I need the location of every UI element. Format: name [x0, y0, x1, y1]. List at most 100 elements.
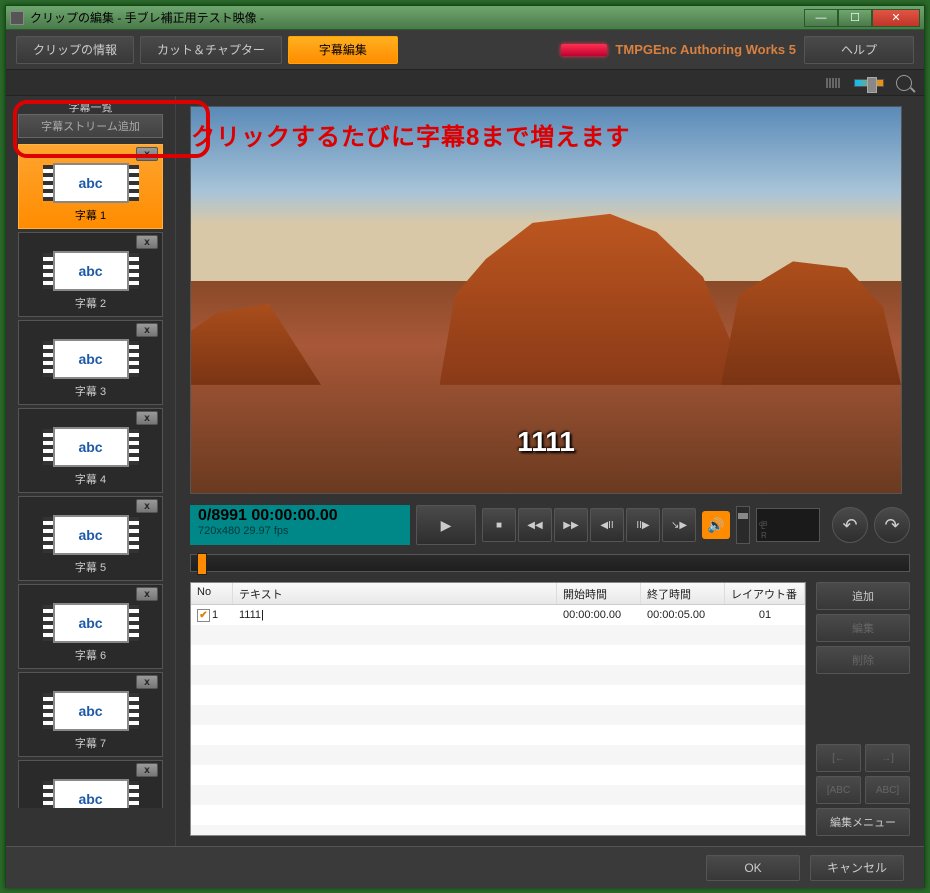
stream-thumbnail-icon: abc — [53, 251, 129, 291]
subtitle-stream-item[interactable]: xabc字幕 1 — [18, 144, 163, 229]
brand-area: TMPGEnc Authoring Works 5 ヘルプ — [561, 36, 914, 64]
brand-text: TMPGEnc Authoring Works 5 — [615, 42, 796, 57]
add-subtitle-button[interactable]: 追加 — [816, 582, 910, 610]
stream-thumbnail-icon: abc — [53, 779, 129, 808]
transport-controls: ■ ◀◀ ▶▶ ◀II II▶ ↘▶ — [482, 508, 696, 542]
edit-subtitle-button[interactable]: 編集 — [816, 614, 910, 642]
row-checkbox[interactable]: ✔ — [197, 609, 210, 622]
tab-subtitle-edit[interactable]: 字幕編集 — [288, 36, 398, 64]
col-start[interactable]: 開始時間 — [557, 583, 641, 604]
stream-label: 字幕 2 — [19, 293, 162, 316]
sidebar-header: 字幕一覧 — [18, 96, 163, 114]
col-layout[interactable]: レイアウト番号 — [725, 583, 805, 604]
volume-slider[interactable] — [736, 506, 750, 544]
annotation-text: クリックするたびに字幕8まで増えます — [191, 117, 630, 152]
tab-cut-chapter[interactable]: カット＆チャプター — [140, 36, 282, 64]
stream-thumbnail-icon: abc — [53, 603, 129, 643]
remove-stream-button[interactable]: x — [136, 411, 158, 425]
subtitle-stream-item[interactable]: xabc字幕 5 — [18, 496, 163, 581]
table-row[interactable]: ✔1111100:00:00.0000:00:05.0001 — [191, 605, 805, 625]
search-icon[interactable] — [896, 75, 912, 91]
edit-menu-button[interactable]: 編集メニュー — [816, 808, 910, 836]
timeline[interactable] — [190, 554, 910, 572]
cell-layout: 01 — [725, 609, 805, 621]
cell-start: 00:00:00.00 — [557, 609, 641, 621]
counter-format: 720x480 29.97 fps — [198, 525, 402, 537]
edit-panel: 追加 編集 削除 [← →] [ABC ABC] 編集メニュー — [816, 582, 910, 836]
zoom-slider[interactable] — [854, 79, 884, 87]
abc-out-button[interactable]: ABC] — [865, 776, 910, 804]
delete-subtitle-button[interactable]: 削除 — [816, 646, 910, 674]
stream-thumbnail-icon: abc — [53, 515, 129, 555]
abc-in-button[interactable]: [ABC — [816, 776, 861, 804]
transport-bar: 0/8991 00:00:00.00 720x480 29.97 fps ▶ ■… — [190, 504, 910, 546]
rewind-button[interactable]: ◀◀ — [518, 508, 552, 542]
cell-text[interactable]: 1111 — [233, 609, 557, 621]
stream-thumbnail-icon: abc — [53, 339, 129, 379]
add-subtitle-stream-button[interactable]: 字幕ストリーム追加 — [18, 114, 163, 138]
minimize-button[interactable]: — — [804, 9, 838, 27]
stream-label: 字幕 1 — [19, 205, 162, 228]
titlebar[interactable]: クリップの編集 - 手ブレ補正用テスト映像 - — ☐ ✕ — [6, 6, 924, 30]
mark-in-button[interactable]: [← — [816, 744, 861, 772]
mark-out-button[interactable]: →] — [865, 744, 910, 772]
remove-stream-button[interactable]: x — [136, 499, 158, 513]
step-back-button[interactable]: ◀II — [590, 508, 624, 542]
stream-label: 字幕 4 — [19, 469, 162, 492]
subtitle-stream-item[interactable]: xabc字幕 3 — [18, 320, 163, 405]
cancel-button[interactable]: キャンセル — [810, 855, 904, 881]
stream-thumbnail-icon: abc — [53, 691, 129, 731]
stop-button[interactable]: ■ — [482, 508, 516, 542]
app-window: クリップの編集 - 手ブレ補正用テスト映像 - — ☐ ✕ クリップの情報 カッ… — [5, 5, 925, 888]
timeline-playhead[interactable] — [197, 553, 207, 575]
play-button[interactable]: ▶ — [416, 505, 476, 545]
close-button[interactable]: ✕ — [872, 9, 920, 27]
remove-stream-button[interactable]: x — [136, 147, 158, 161]
remove-stream-button[interactable]: x — [136, 763, 158, 777]
table-body[interactable]: ✔1111100:00:00.0000:00:05.0001 — [191, 605, 805, 835]
remove-stream-button[interactable]: x — [136, 587, 158, 601]
ok-button[interactable]: OK — [706, 855, 800, 881]
speaker-icon[interactable]: 🔊 — [702, 511, 730, 539]
frame-counter: 0/8991 00:00:00.00 720x480 29.97 fps — [190, 505, 410, 545]
undo-button[interactable]: ↶ — [832, 507, 868, 543]
main-area: 字幕一覧 字幕ストリーム追加 xabc字幕 1xabc字幕 2xabc字幕 3x… — [6, 96, 924, 846]
cell-no: ✔1 — [191, 609, 233, 622]
dialog-footer: OK キャンセル — [6, 846, 924, 888]
brand-led-icon — [561, 44, 607, 56]
stream-thumbnail-icon: abc — [53, 163, 129, 203]
subtitle-sidebar: 字幕一覧 字幕ストリーム追加 xabc字幕 1xabc字幕 2xabc字幕 3x… — [6, 96, 176, 846]
redo-button[interactable]: ↷ — [874, 507, 910, 543]
video-preview[interactable]: 1111 — [190, 106, 902, 494]
counter-position: 0/8991 00:00:00.00 — [198, 507, 402, 525]
subtitle-stream-item[interactable]: xabc字幕 2 — [18, 232, 163, 317]
subtitle-stream-item[interactable]: xabc字幕 6 — [18, 584, 163, 669]
help-button[interactable]: ヘルプ — [804, 36, 914, 64]
remove-stream-button[interactable]: x — [136, 323, 158, 337]
preview-subtitle-overlay: 1111 — [517, 426, 575, 458]
app-icon — [10, 11, 24, 25]
stream-label: 字幕 6 — [19, 645, 162, 668]
stream-label: 字幕 7 — [19, 733, 162, 756]
subtitle-stream-item[interactable]: xabc字幕 4 — [18, 408, 163, 493]
subtitle-stream-item[interactable]: xabc字幕 8 — [18, 760, 163, 808]
col-no[interactable]: No — [191, 583, 233, 604]
col-text[interactable]: テキスト — [233, 583, 557, 604]
jump-button[interactable]: ↘▶ — [662, 508, 696, 542]
lower-pane: No テキスト 開始時間 終了時間 レイアウト番号 ✔1111100:00:00… — [190, 582, 910, 836]
toolbar: クリップの情報 カット＆チャプター 字幕編集 TMPGEnc Authoring… — [6, 30, 924, 70]
col-end[interactable]: 終了時間 — [641, 583, 725, 604]
subtitle-stream-item[interactable]: xabc字幕 7 — [18, 672, 163, 757]
window-title: クリップの編集 - 手ブレ補正用テスト映像 - — [30, 9, 804, 26]
audio-level-meter: dB — [756, 508, 820, 542]
cell-end: 00:00:05.00 — [641, 609, 725, 621]
stream-thumbnail-icon: abc — [53, 427, 129, 467]
step-forward-button[interactable]: II▶ — [626, 508, 660, 542]
maximize-button[interactable]: ☐ — [838, 9, 872, 27]
tab-clip-info[interactable]: クリップの情報 — [16, 36, 134, 64]
window-controls: — ☐ ✕ — [804, 9, 920, 27]
subtitle-stream-list: xabc字幕 1xabc字幕 2xabc字幕 3xabc字幕 4xabc字幕 5… — [18, 144, 163, 808]
remove-stream-button[interactable]: x — [136, 675, 158, 689]
forward-button[interactable]: ▶▶ — [554, 508, 588, 542]
remove-stream-button[interactable]: x — [136, 235, 158, 249]
